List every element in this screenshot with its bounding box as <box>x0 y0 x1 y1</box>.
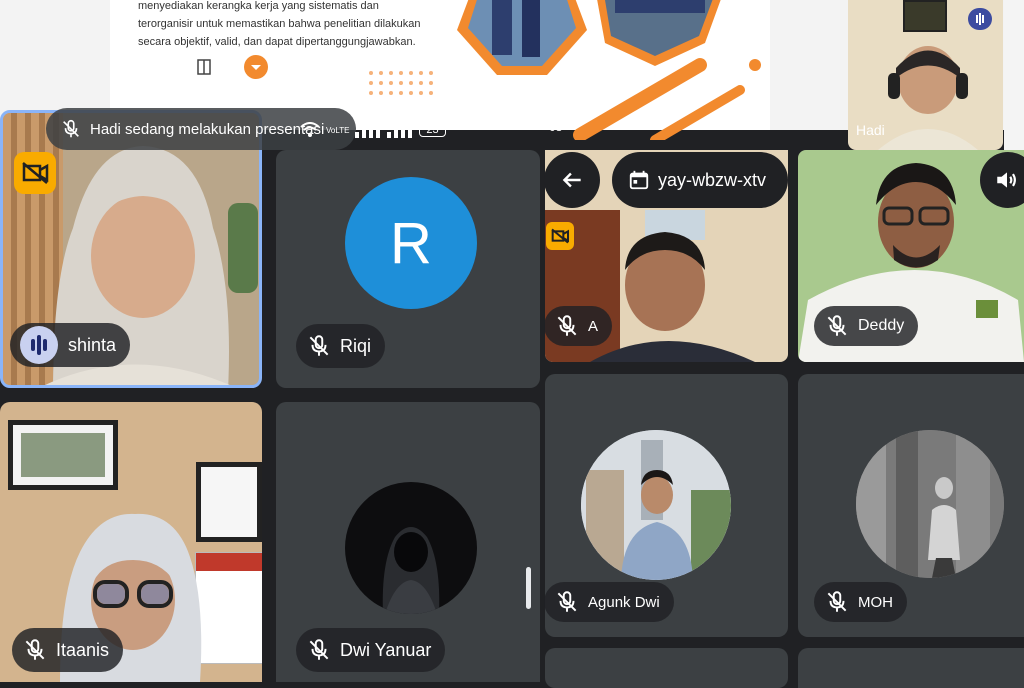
avatar-agunk-dwi <box>581 430 731 580</box>
participant-name: shinta <box>68 334 117 355</box>
mic-off-icon <box>25 639 45 660</box>
edge-strip <box>1004 0 1024 150</box>
participant-name: A <box>588 317 599 335</box>
participant-name: Itaanis <box>56 639 110 660</box>
avatar-moh <box>856 430 1004 578</box>
name-chip-riqi: Riqi <box>296 324 386 368</box>
slide-text-line: terorganisir untuk memastikan bahwa pene… <box>138 18 421 30</box>
audio-wave-icon <box>968 8 992 30</box>
name-chip-agunk-dwi: Agunk Dwi <box>544 582 674 622</box>
name-chip-deddy: Deddy <box>814 306 919 346</box>
book-icon <box>196 58 212 76</box>
avatar-initial: R <box>390 210 432 276</box>
signal-icon <box>355 122 381 138</box>
no-video-icon <box>14 152 56 194</box>
avatar-riqi: R <box>345 177 477 309</box>
mic-off-icon <box>827 591 847 612</box>
name-chip-a: A <box>544 306 613 346</box>
back-arrow-icon <box>562 172 581 188</box>
meeting-code: yay-wbzw-xtv <box>658 169 767 190</box>
network-label: VoLTE <box>326 125 350 135</box>
self-view-name: Hadi <box>856 122 885 138</box>
slide-orange-badge-icon <box>244 55 268 79</box>
name-chip-moh: MOH <box>814 582 907 622</box>
wall-frame <box>903 0 947 32</box>
mic-off-icon <box>309 639 329 660</box>
wall-certificate-frame <box>196 462 262 542</box>
participant-tile-partial[interactable] <box>798 648 1024 688</box>
participant-name: MOH <box>858 593 893 611</box>
scrollbar[interactable] <box>526 567 531 609</box>
mic-off-icon <box>827 315 847 336</box>
wifi-icon <box>300 122 320 138</box>
audio-wave-icon <box>20 326 58 364</box>
slide-text-line: secara objektif, valid, dan dapat dipert… <box>138 36 416 48</box>
profile-photo <box>581 430 731 580</box>
meeting-code-chip[interactable]: yay-wbzw-xtv <box>612 152 788 208</box>
presentation-banner-text: Hadi sedang melakukan presentasi <box>90 120 325 138</box>
participant-tile-partial[interactable] <box>545 648 788 688</box>
back-button[interactable] <box>544 152 600 208</box>
speaker-icon <box>997 172 1016 188</box>
mic-off-icon <box>557 315 577 336</box>
mic-off-icon <box>557 591 577 612</box>
slide-dots-decoration <box>368 70 438 104</box>
participant-name: Dwi Yanuar <box>340 639 432 660</box>
wall-photo-frame <box>8 420 118 490</box>
signal-icon <box>387 122 413 138</box>
slide-orange-stripes <box>560 50 790 140</box>
calendar-icon <box>629 170 649 190</box>
self-view-person <box>878 46 978 150</box>
mic-off-icon <box>309 335 329 356</box>
name-chip-dwi-yanuar: Dwi Yanuar <box>296 628 446 672</box>
hooded-figure-image <box>382 527 440 614</box>
battery-indicator: 23 <box>419 123 446 137</box>
name-chip-shinta: shinta <box>10 323 131 367</box>
slide-text: menyediakan kerangka kerja yang sistemat… <box>138 0 438 51</box>
status-time-fragment: 08 <box>549 120 563 134</box>
profile-photo <box>856 430 1004 578</box>
participant-name: Agunk Dwi <box>588 593 660 611</box>
status-bar: VoLTE 23 <box>300 122 446 138</box>
no-video-icon <box>546 222 574 250</box>
participant-name: Deddy <box>858 317 905 334</box>
participant-video <box>590 232 755 362</box>
participant-name: Riqi <box>340 335 372 356</box>
mic-off-icon <box>63 119 79 138</box>
wall-calendar <box>195 552 262 664</box>
self-view-tile[interactable]: Hadi <box>848 0 1003 150</box>
name-chip-itaanis: Itaanis <box>12 628 124 672</box>
avatar-dwi-yanuar <box>345 482 477 614</box>
slide-text-line: menyediakan kerangka kerja yang sistemat… <box>138 0 379 12</box>
